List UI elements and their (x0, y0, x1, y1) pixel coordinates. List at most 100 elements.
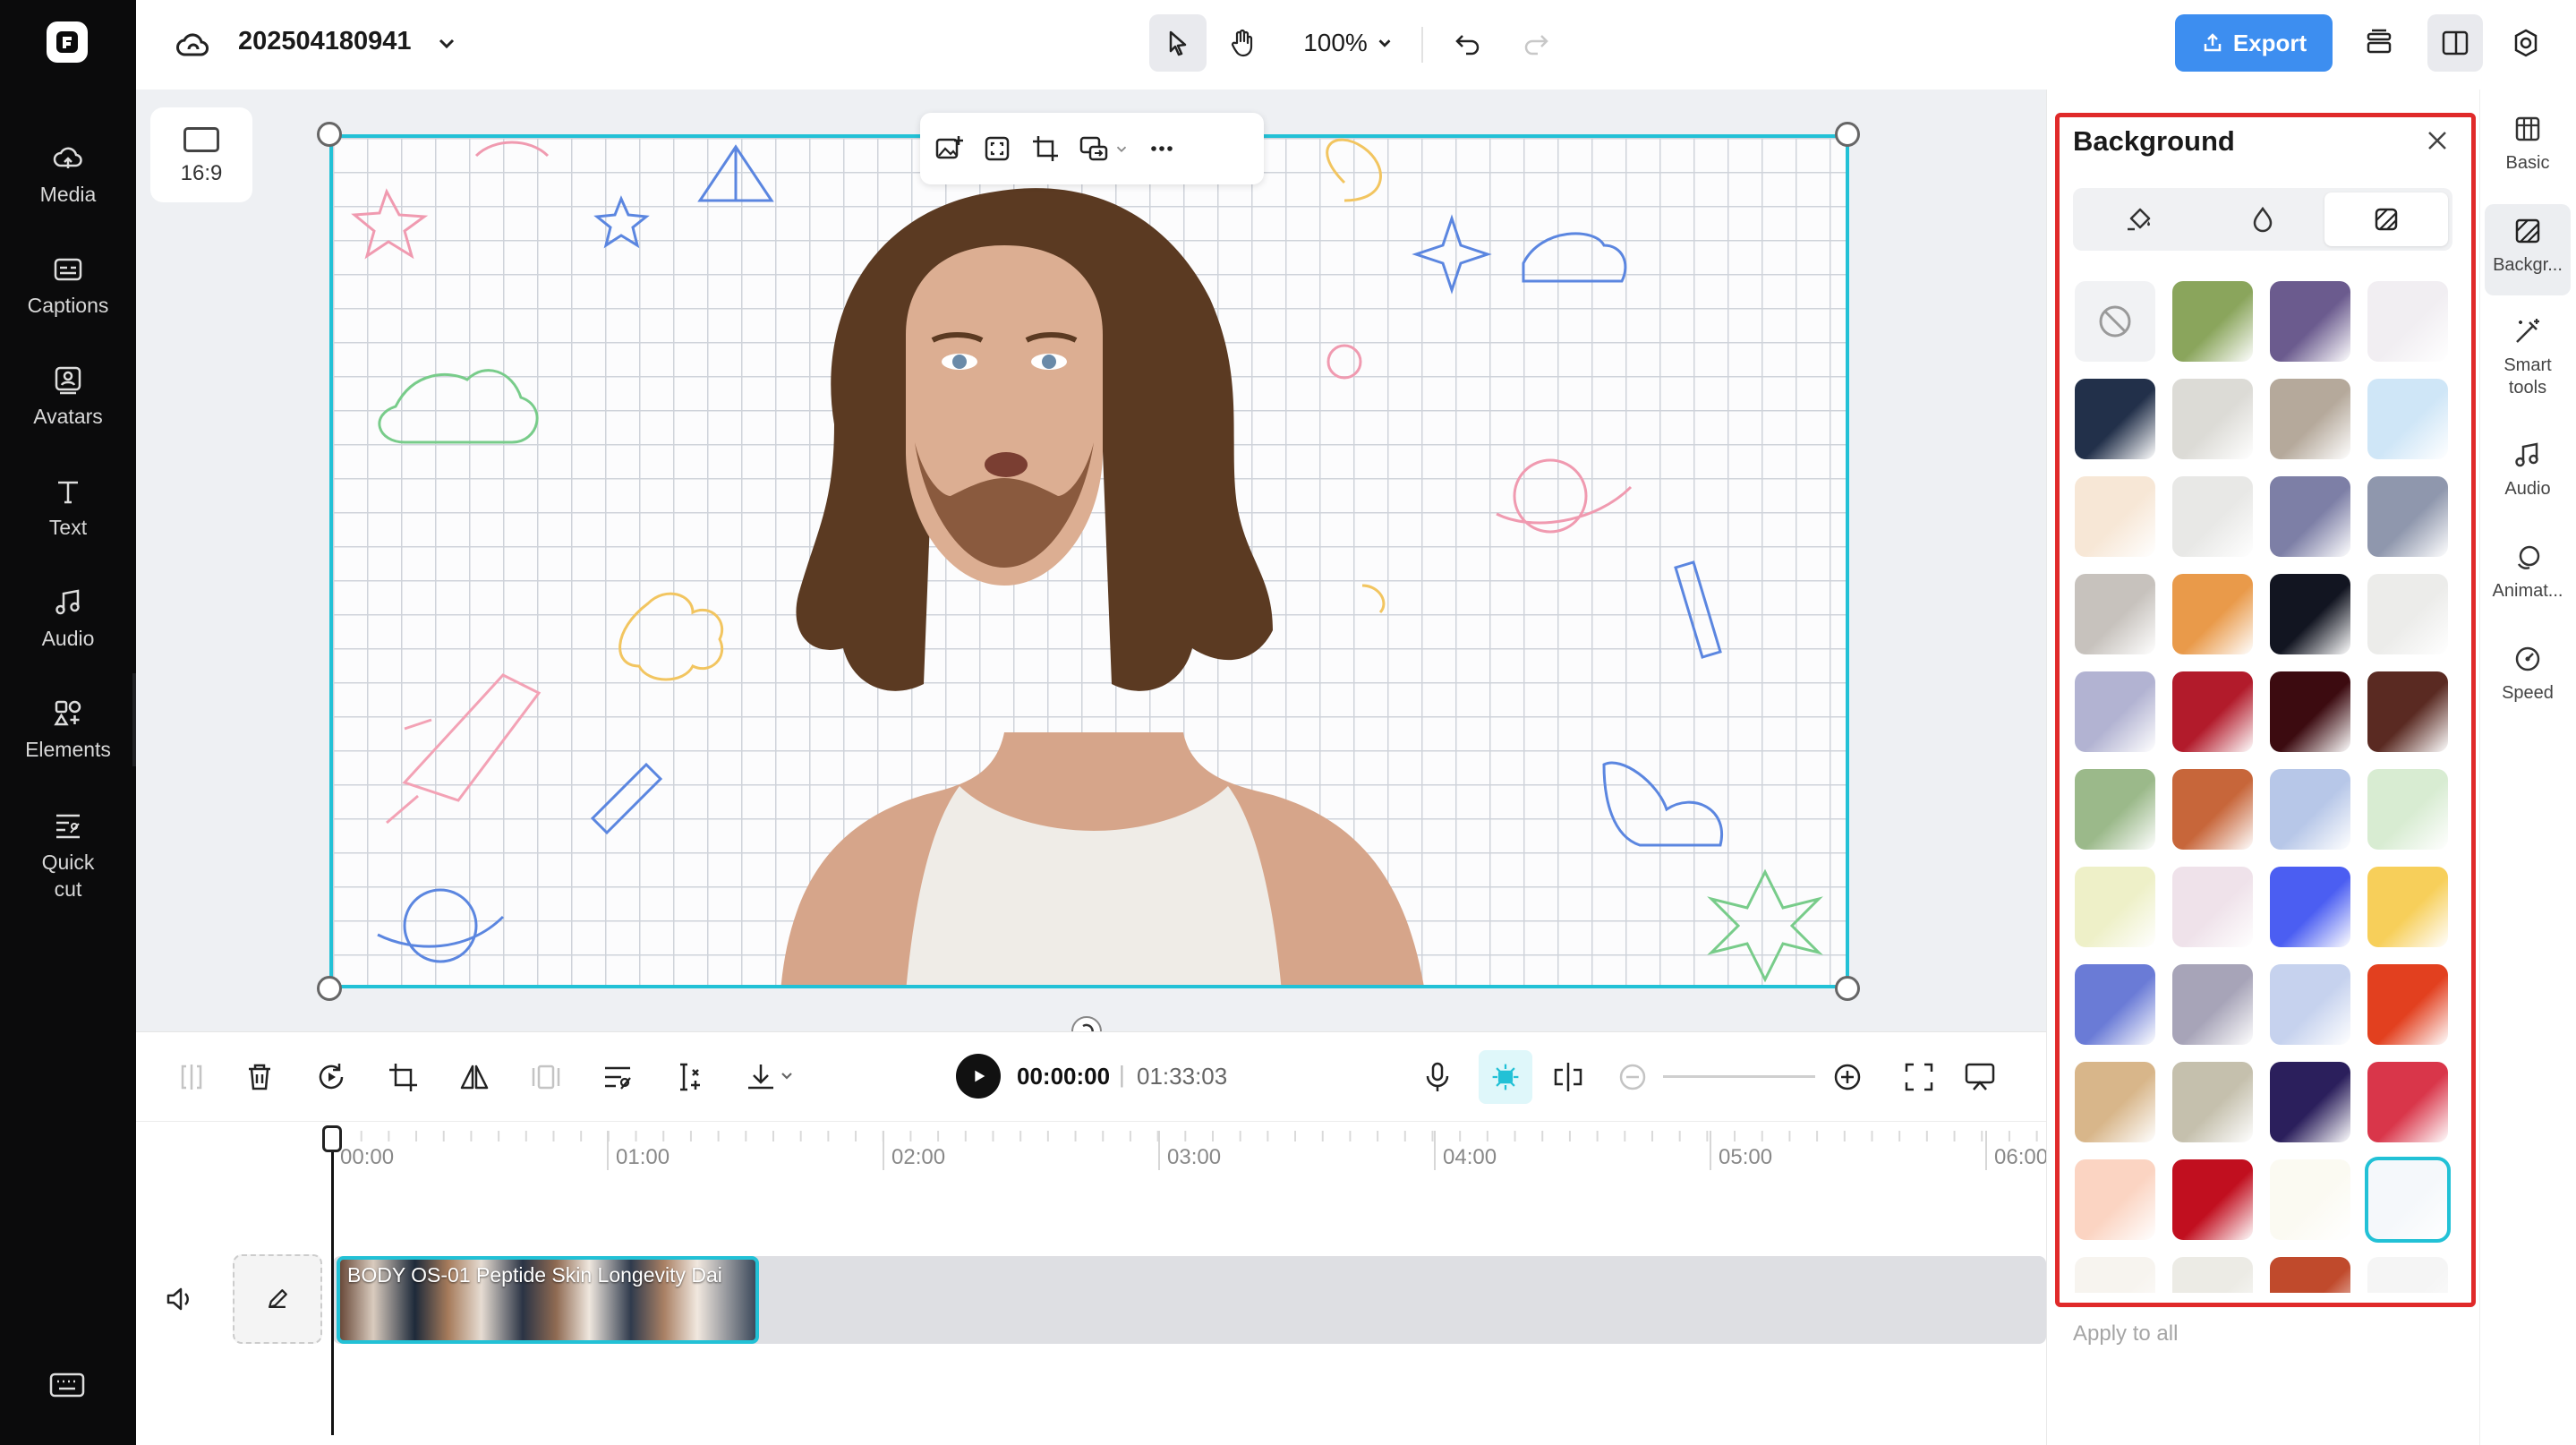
prop-tab-audio[interactable]: Audio (2479, 439, 2576, 500)
background-swatch[interactable] (2075, 379, 2155, 459)
background-swatch[interactable] (2270, 281, 2350, 362)
resize-handle-top-left[interactable] (317, 122, 342, 147)
keyboard-shortcuts-button[interactable] (48, 1372, 86, 1398)
background-swatch[interactable] (2367, 964, 2448, 1045)
zoom-dropdown[interactable]: 100% (1291, 14, 1407, 72)
download-dropdown[interactable] (743, 1059, 800, 1095)
background-swatch[interactable] (2270, 1257, 2350, 1293)
background-swatch[interactable] (2172, 671, 2253, 752)
sidebar-item-text[interactable]: Text (0, 475, 136, 540)
background-swatch[interactable] (2367, 671, 2448, 752)
panel-layout-button[interactable] (2427, 14, 2483, 72)
background-swatch[interactable] (2270, 574, 2350, 654)
app-logo[interactable] (47, 21, 88, 63)
sidebar-item-audio[interactable]: Audio (0, 586, 136, 651)
sidebar-item-avatars[interactable]: Avatars (0, 363, 136, 429)
delete-button[interactable] (242, 1059, 277, 1095)
redo-button[interactable] (1511, 14, 1561, 72)
timeline-zoom-slider[interactable] (1663, 1075, 1815, 1078)
background-swatch[interactable] (2270, 1062, 2350, 1142)
prop-tab-basic[interactable]: Basic (2479, 113, 2576, 175)
tab-blur[interactable] (2201, 192, 2324, 246)
select-tool-button[interactable] (1149, 14, 1207, 72)
split-at-playhead-button[interactable] (1550, 1059, 1586, 1095)
background-swatch[interactable] (2270, 867, 2350, 947)
more-options-icon[interactable] (1146, 133, 1178, 165)
resize-handle-top-right[interactable] (1835, 122, 1860, 147)
resize-handle-bottom-left[interactable] (317, 976, 342, 1001)
replay-button[interactable] (313, 1059, 349, 1095)
background-swatch[interactable] (2270, 964, 2350, 1045)
playhead-handle[interactable] (322, 1125, 342, 1152)
tab-color-fill[interactable] (2077, 192, 2201, 246)
chevron-down-icon[interactable] (433, 30, 460, 57)
sidebar-item-captions[interactable]: Captions (0, 252, 136, 318)
sidebar-item-elements[interactable]: Elements (0, 697, 136, 762)
background-swatch[interactable] (2075, 1257, 2155, 1293)
split-button[interactable] (174, 1059, 209, 1095)
preview-mode-button[interactable] (1962, 1059, 1998, 1095)
fit-timeline-button[interactable] (1901, 1059, 1937, 1095)
tab-image-pattern[interactable] (2324, 192, 2448, 246)
background-swatch[interactable] (2270, 476, 2350, 557)
background-swatch[interactable] (2075, 1062, 2155, 1142)
background-swatch[interactable] (2172, 574, 2253, 654)
undo-button[interactable] (1443, 14, 1493, 72)
settings-button[interactable] (2499, 14, 2553, 72)
adjust-button[interactable] (600, 1059, 635, 1095)
background-swatch[interactable] (2075, 671, 2155, 752)
background-swatch[interactable] (2075, 574, 2155, 654)
prop-tab-background[interactable]: Backgr... (2485, 204, 2571, 295)
playhead[interactable] (331, 1131, 334, 1435)
crop-clip-button[interactable] (385, 1059, 421, 1095)
background-swatch[interactable] (2367, 379, 2448, 459)
freeze-frame-button[interactable] (528, 1059, 564, 1095)
cloud-sync-icon[interactable] (175, 27, 211, 63)
zoom-out-button[interactable] (1615, 1059, 1651, 1095)
background-swatch[interactable] (2075, 867, 2155, 947)
crop-icon[interactable] (1029, 133, 1062, 165)
flip-button[interactable] (456, 1059, 492, 1095)
fit-frame-icon[interactable] (981, 133, 1013, 165)
background-swatch[interactable] (2367, 281, 2448, 362)
background-swatch[interactable] (2172, 867, 2253, 947)
replace-media-dropdown[interactable] (1078, 133, 1130, 165)
track-edit-button[interactable] (233, 1254, 322, 1344)
background-swatch[interactable] (2367, 476, 2448, 557)
replace-image-icon[interactable] (933, 133, 965, 165)
aspect-ratio-button[interactable]: 16:9 (150, 107, 252, 202)
sidebar-item-media[interactable]: Media (0, 141, 136, 207)
background-swatch[interactable] (2075, 769, 2155, 850)
prop-tab-smart-tools[interactable]: Smart tools (2479, 315, 2576, 399)
play-button[interactable] (956, 1054, 1001, 1099)
background-swatch[interactable] (2172, 964, 2253, 1045)
export-button[interactable]: Export (2175, 14, 2333, 72)
rotate-handle[interactable] (1070, 1015, 1103, 1031)
background-swatch[interactable] (2172, 379, 2253, 459)
background-swatch[interactable] (2172, 1257, 2253, 1293)
background-swatch[interactable] (2075, 964, 2155, 1045)
background-swatch[interactable] (2075, 1159, 2155, 1240)
background-swatch[interactable] (2367, 574, 2448, 654)
background-swatch[interactable] (2365, 1157, 2451, 1243)
hand-tool-button[interactable] (1214, 14, 1271, 72)
background-swatch[interactable] (2172, 476, 2253, 557)
video-preview[interactable] (329, 134, 1849, 988)
zoom-in-button[interactable] (1830, 1059, 1865, 1095)
background-swatch[interactable] (2172, 281, 2253, 362)
stack-layers-button[interactable] (2352, 14, 2406, 72)
prop-tab-speed[interactable]: Speed (2479, 643, 2576, 705)
background-swatch[interactable] (2367, 1062, 2448, 1142)
background-swatch[interactable] (2172, 769, 2253, 850)
close-icon[interactable] (2422, 125, 2452, 156)
auto-snap-toggle[interactable] (1479, 1050, 1532, 1104)
background-swatch[interactable] (2367, 867, 2448, 947)
background-swatch[interactable] (2367, 769, 2448, 850)
background-swatch[interactable] (2367, 1257, 2448, 1293)
background-swatch[interactable] (2172, 1159, 2253, 1240)
background-swatch[interactable] (2270, 671, 2350, 752)
resize-handle-bottom-right[interactable] (1835, 976, 1860, 1001)
record-voice-button[interactable] (1420, 1059, 1455, 1095)
sidebar-item-quick-cut[interactable]: Quick cut (0, 808, 136, 902)
prop-tab-animation[interactable]: Animat... (2479, 541, 2576, 603)
